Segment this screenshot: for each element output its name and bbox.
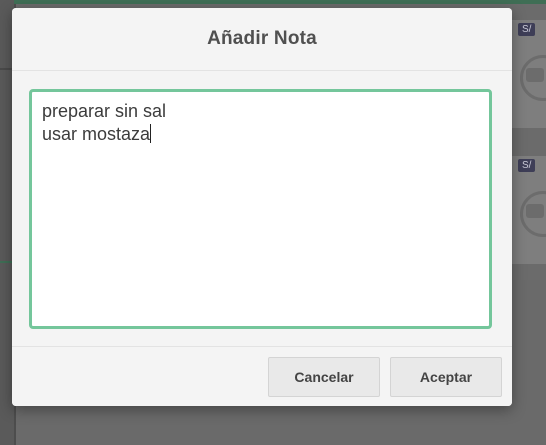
background-top-accent — [14, 0, 546, 4]
price-badge: S/ — [518, 23, 536, 36]
accept-button[interactable]: Aceptar — [390, 357, 502, 397]
note-line-2: usar mostaza — [42, 124, 151, 144]
dialog-body: preparar sin sal usar mostaza — [12, 71, 512, 347]
dialog-title: Añadir Nota — [207, 28, 317, 49]
camera-icon — [526, 68, 544, 82]
background-product-card: S/ — [511, 20, 546, 128]
cancel-button[interactable]: Cancelar — [268, 357, 380, 397]
add-note-dialog: Añadir Nota preparar sin sal usar mostaz… — [12, 8, 512, 406]
camera-icon — [526, 204, 544, 218]
note-textarea[interactable]: preparar sin sal usar mostaza — [29, 89, 492, 329]
price-badge: S/ — [518, 159, 536, 172]
text-caret — [150, 124, 152, 143]
background-product-card: S/ — [511, 156, 546, 264]
dialog-header: Añadir Nota — [12, 8, 512, 71]
dialog-footer: Cancelar Aceptar — [12, 346, 512, 406]
note-line-1: preparar sin sal — [42, 101, 167, 121]
